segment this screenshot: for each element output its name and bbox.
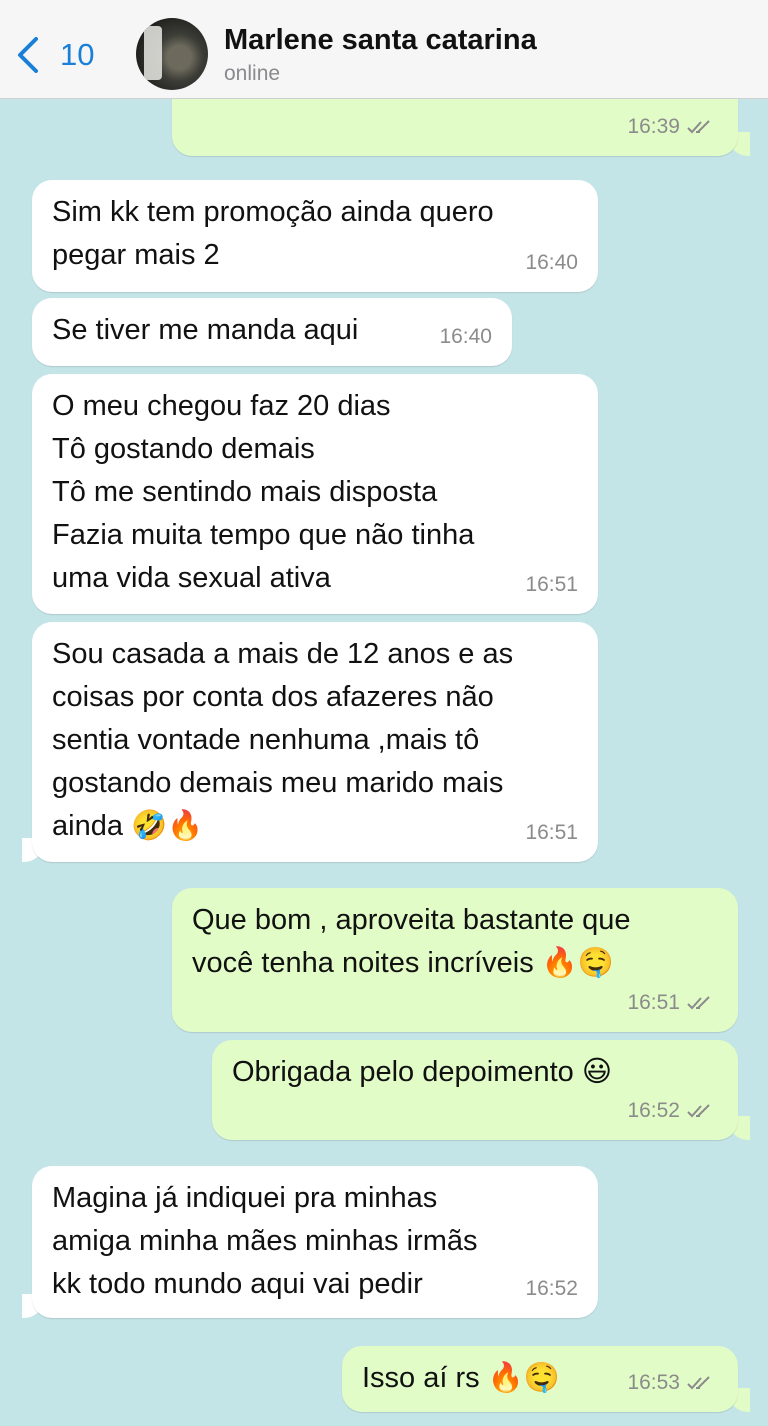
message-meta: 16:51 (627, 981, 716, 1024)
message-bubble-out[interactable]: Que bom , aproveita bastante que você te… (172, 888, 738, 1032)
read-ticks-icon (687, 995, 710, 1009)
read-ticks-icon (687, 119, 710, 133)
message-bubble-in[interactable]: Magina já indiquei pra minhas amiga minh… (32, 1166, 598, 1318)
message-time: 16:39 (627, 115, 680, 138)
message-meta: 16:52 (627, 1089, 716, 1132)
message-time: 16:40 (525, 251, 578, 274)
message-bubble-in[interactable]: O meu chegou faz 20 dias Tô gostando dem… (32, 374, 598, 614)
message-text: Sim kk tem promoção ainda quero pegar ma… (52, 196, 494, 271)
message-bubble-in[interactable]: Sou casada a mais de 12 anos e as coisas… (32, 622, 598, 862)
message-time: 16:51 (525, 573, 578, 596)
message-text: O meu chegou faz 20 dias Tô gostando dem… (52, 390, 475, 594)
contact-status: online (224, 62, 281, 85)
message-meta: 16:51 (525, 811, 578, 854)
chevron-left-icon (18, 37, 38, 73)
unread-count: 10 (60, 37, 95, 72)
message-meta: 16:40 (439, 315, 492, 358)
message-meta: 16:40 (525, 241, 578, 284)
message-meta: 16:53 (627, 1361, 716, 1404)
message-meta: 16:52 (525, 1267, 578, 1310)
back-button[interactable]: 10 (14, 30, 94, 80)
message-text: Sou casada a mais de 12 anos e as coisas… (52, 638, 514, 842)
message-time: 16:52 (525, 1277, 578, 1300)
message-time: 16:51 (525, 821, 578, 844)
message-time: 16:52 (627, 1099, 680, 1122)
message-meta: 16:51 (525, 563, 578, 606)
message-bubble-in[interactable]: Sim kk tem promoção ainda quero pegar ma… (32, 180, 598, 292)
message-time: 16:53 (627, 1371, 680, 1394)
message-text: Magina já indiquei pra minhas amiga minh… (52, 1182, 478, 1300)
message-bubble-in[interactable]: Se tiver me manda aqui 16:40 (32, 298, 512, 366)
message-text: Que bom , aproveita bastante que você te… (192, 904, 631, 979)
read-ticks-icon (687, 1103, 710, 1117)
message-meta: 16:39 (627, 105, 716, 148)
chat-header: 10 Marlene santa catarina online (0, 0, 768, 99)
message-bubble-out[interactable]: Obrigada pelo depoimento 😃 16:52 (212, 1040, 738, 1140)
message-bubble-out[interactable]: Isso aí rs 🔥🤤 16:53 (342, 1346, 738, 1412)
message-time: 16:40 (439, 325, 492, 348)
read-ticks-icon (687, 1375, 710, 1389)
avatar[interactable] (136, 18, 208, 90)
message-time: 16:51 (627, 991, 680, 1014)
contact-name[interactable]: Marlene santa catarina (224, 24, 537, 57)
message-text: Obrigada pelo depoimento 😃 (232, 1056, 613, 1088)
message-text: Se tiver me manda aqui (52, 314, 359, 346)
